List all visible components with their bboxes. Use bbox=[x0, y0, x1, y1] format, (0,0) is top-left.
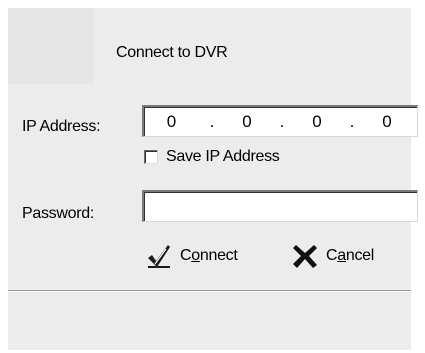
save-ip-label[interactable]: Save IP Address bbox=[166, 148, 280, 166]
x-cross-icon bbox=[293, 245, 317, 268]
cancel-button[interactable]: Cancel bbox=[292, 239, 374, 273]
connect-button[interactable]: Connect bbox=[146, 239, 238, 273]
password-label: Password: bbox=[22, 205, 94, 222]
ip-octet-2[interactable]: 0 bbox=[225, 112, 269, 132]
connect-dialog: Connect to DVR IP Address: 0 . 0 . 0 . 0… bbox=[8, 8, 418, 350]
ip-octet-3[interactable]: 0 bbox=[295, 112, 339, 132]
ip-address-label: IP Address: bbox=[22, 118, 101, 135]
cancel-label[interactable]: Cancel bbox=[326, 247, 374, 265]
ip-octet-4[interactable]: 0 bbox=[365, 112, 409, 132]
bottom-separator bbox=[8, 290, 411, 292]
ip-octet-1[interactable]: 0 bbox=[144, 112, 199, 132]
checkmark-pen-icon bbox=[148, 245, 170, 268]
save-ip-row[interactable]: Save IP Address bbox=[144, 148, 280, 166]
title-panel bbox=[8, 8, 94, 84]
ip-dot: . bbox=[209, 111, 215, 131]
dialog-title: Connect to DVR bbox=[116, 44, 228, 61]
ip-address-field[interactable]: 0 . 0 . 0 . 0 bbox=[142, 105, 418, 137]
save-ip-checkbox[interactable] bbox=[144, 150, 158, 164]
password-field[interactable] bbox=[142, 190, 418, 222]
ip-dot: . bbox=[349, 111, 355, 131]
connect-label[interactable]: Connect bbox=[180, 247, 238, 265]
ip-dot: . bbox=[279, 111, 285, 131]
